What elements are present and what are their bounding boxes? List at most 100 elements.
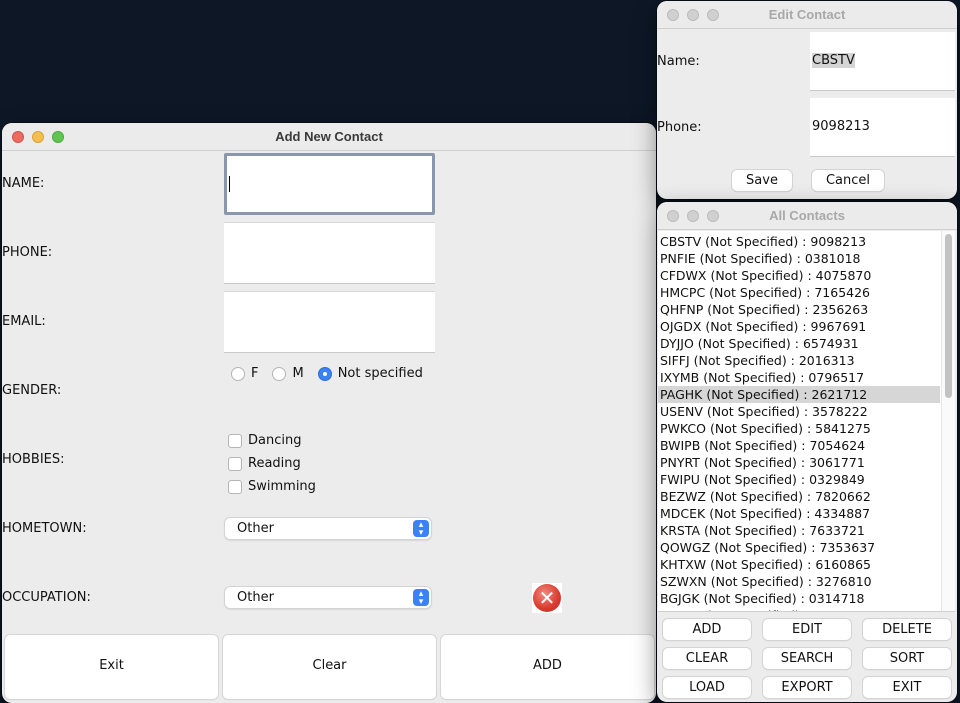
scrollbar[interactable] bbox=[941, 231, 955, 611]
edit-phone-input[interactable]: 9098213 bbox=[810, 98, 955, 157]
error-icon: ✕ bbox=[532, 583, 562, 613]
minimize-window-button[interactable] bbox=[32, 131, 44, 143]
gender-label: GENDER: bbox=[2, 383, 62, 398]
add-button[interactable]: ADD bbox=[441, 635, 654, 699]
list-exit-button[interactable]: EXIT bbox=[863, 677, 951, 698]
list-add-button[interactable]: ADD bbox=[663, 619, 751, 640]
phone-input[interactable] bbox=[224, 222, 435, 284]
minimize-window-button[interactable] bbox=[687, 9, 699, 21]
text-caret bbox=[229, 176, 230, 192]
checkbox[interactable] bbox=[228, 433, 242, 448]
contact-list-item[interactable]: PAGHK (Not Specified) : 2621712 bbox=[658, 386, 940, 403]
occupation-select[interactable]: Other ▴ ▾ bbox=[225, 587, 431, 608]
contact-list-item[interactable]: CFDWX (Not Specified) : 4075870 bbox=[658, 267, 940, 284]
gender-radio-group: F M Not specified bbox=[231, 366, 431, 381]
contacts-list[interactable]: CBSTV (Not Specified) : 9098213 PNFIE (No… bbox=[658, 231, 955, 612]
hobby-dancing-checkbox[interactable]: Dancing bbox=[228, 429, 316, 452]
radio-button[interactable] bbox=[272, 366, 287, 381]
contact-list-item[interactable]: HMCPC (Not Specified) : 7165426 bbox=[658, 284, 940, 301]
phone-label: PHONE: bbox=[2, 245, 53, 260]
contact-list-item[interactable]: MDCEK (Not Specified) : 4334887 bbox=[658, 505, 940, 522]
hobby-reading-checkbox[interactable]: Reading bbox=[228, 452, 316, 475]
contact-list-item[interactable]: KRSTA (Not Specified) : 7633721 bbox=[658, 522, 940, 539]
edit-name-input[interactable]: CBSTV bbox=[810, 32, 955, 91]
list-load-button[interactable]: LOAD bbox=[663, 677, 751, 698]
minimize-window-button[interactable] bbox=[687, 210, 699, 222]
save-button[interactable]: Save bbox=[732, 170, 792, 191]
gender-radio-m[interactable]: M bbox=[272, 366, 304, 381]
zoom-window-button[interactable] bbox=[707, 210, 719, 222]
edit-name-value: CBSTV bbox=[812, 53, 855, 68]
list-clear-button[interactable]: CLEAR bbox=[663, 648, 751, 669]
add-contact-titlebar[interactable]: Add New Contact bbox=[2, 123, 656, 151]
name-label: NAME: bbox=[2, 176, 45, 191]
occupation-selected-value: Other bbox=[237, 590, 274, 605]
contact-list-item[interactable]: FWIPU (Not Specified) : 0329849 bbox=[658, 471, 940, 488]
checkbox[interactable] bbox=[228, 456, 242, 471]
checkbox-label: Reading bbox=[248, 456, 301, 471]
close-window-button[interactable] bbox=[12, 131, 24, 143]
contact-list-item[interactable]: USENV (Not Specified) : 3578222 bbox=[658, 403, 940, 420]
scrollbar-thumb[interactable] bbox=[945, 234, 952, 398]
list-sort-button[interactable]: SORT bbox=[863, 648, 951, 669]
edit-phone-label: Phone: bbox=[657, 120, 702, 135]
window-title: All Contacts bbox=[769, 208, 845, 223]
chevron-up-down-icon: ▴ ▾ bbox=[413, 520, 429, 538]
contact-list-item[interactable]: KHTXW (Not Specified) : 6160865 bbox=[658, 556, 940, 573]
gender-radio-not-specified[interactable]: Not specified bbox=[317, 366, 423, 381]
contact-list-item[interactable]: PNFIE (Not Specified) : 0381018 bbox=[658, 250, 940, 267]
gender-radio-f[interactable]: F bbox=[231, 366, 258, 381]
contacts-list-items: CBSTV (Not Specified) : 9098213 PNFIE (No… bbox=[658, 231, 955, 611]
contact-list-item[interactable]: BWIPB (Not Specified) : 7054624 bbox=[658, 437, 940, 454]
email-input[interactable] bbox=[224, 291, 435, 353]
edit-contact-window: Edit Contact Name: CBSTV Phone: 9098213 … bbox=[657, 1, 957, 199]
cancel-button[interactable]: Cancel bbox=[812, 170, 884, 191]
contact-list-item[interactable]: DYJJO (Not Specified) : 6574931 bbox=[658, 335, 940, 352]
checkbox-label: Dancing bbox=[248, 433, 302, 448]
zoom-window-button[interactable] bbox=[707, 9, 719, 21]
radio-label: F bbox=[251, 366, 259, 381]
radio-button[interactable] bbox=[231, 366, 245, 381]
list-delete-button[interactable]: DELETE bbox=[863, 619, 951, 640]
exit-button[interactable]: Exit bbox=[5, 635, 218, 699]
contact-list-item[interactable]: BEZWZ (Not Specified) : 7820662 bbox=[658, 488, 940, 505]
edit-contact-titlebar[interactable]: Edit Contact bbox=[657, 1, 957, 29]
contact-list-item[interactable]: QHFNP (Not Specified) : 2356263 bbox=[658, 301, 940, 318]
contact-list-item[interactable]: PNYRT (Not Specified) : 3061771 bbox=[658, 454, 940, 471]
hometown-label: HOMETOWN: bbox=[2, 521, 87, 536]
radio-button-selected[interactable] bbox=[317, 366, 332, 381]
all-contacts-titlebar[interactable]: All Contacts bbox=[657, 202, 957, 230]
hobbies-label: HOBBIES: bbox=[2, 452, 65, 467]
list-export-button[interactable]: EXPORT bbox=[763, 677, 851, 698]
hobbies-checkbox-group: Dancing Reading Swimming bbox=[228, 429, 316, 498]
window-title: Add New Contact bbox=[275, 129, 383, 144]
list-edit-button[interactable]: EDIT bbox=[763, 619, 851, 640]
contact-list-item[interactable]: SIFFJ (Not Specified) : 2016313 bbox=[658, 352, 940, 369]
hometown-selected-value: Other bbox=[237, 521, 274, 536]
checkbox[interactable] bbox=[228, 479, 242, 494]
contact-list-item[interactable]: SZWXN (Not Specified) : 3276810 bbox=[658, 573, 940, 590]
contact-list-item[interactable]: CBSTV (Not Specified) : 9098213 bbox=[658, 233, 940, 250]
occupation-label: OCCUPATION: bbox=[2, 590, 91, 605]
edit-phone-value: 9098213 bbox=[812, 119, 870, 134]
zoom-window-button[interactable] bbox=[52, 131, 64, 143]
contact-list-item[interactable]: QOWGZ (Not Specified) : 7353637 bbox=[658, 539, 940, 556]
contact-list-item[interactable]: PWKCO (Not Specified) : 5841275 bbox=[658, 420, 940, 437]
list-search-button[interactable]: SEARCH bbox=[763, 648, 851, 669]
radio-label: Not specified bbox=[337, 366, 423, 381]
contact-list-item[interactable]: IXYMB (Not Specified) : 0796517 bbox=[658, 369, 940, 386]
contact-list-item[interactable]: BGJGK (Not Specified) : 0314718 bbox=[658, 590, 940, 607]
close-window-button[interactable] bbox=[667, 9, 679, 21]
hometown-select[interactable]: Other ▴ ▾ bbox=[225, 518, 431, 539]
hobby-swimming-checkbox[interactable]: Swimming bbox=[228, 475, 316, 498]
edit-name-label: Name: bbox=[657, 54, 700, 69]
clear-button[interactable]: Clear bbox=[223, 635, 436, 699]
contact-list-item[interactable]: OJGDX (Not Specified) : 9967691 bbox=[658, 318, 940, 335]
add-contact-window: Add New Contact NAME: PHONE: EMAIL: GEND… bbox=[2, 123, 656, 703]
contact-list-item[interactable]: FTZQG (Not Specified) : 4496090 bbox=[658, 607, 940, 611]
window-title: Edit Contact bbox=[768, 7, 846, 22]
close-window-button[interactable] bbox=[667, 210, 679, 222]
radio-label: M bbox=[292, 366, 304, 381]
chevron-up-down-icon: ▴ ▾ bbox=[413, 589, 429, 607]
name-input[interactable] bbox=[224, 153, 435, 215]
